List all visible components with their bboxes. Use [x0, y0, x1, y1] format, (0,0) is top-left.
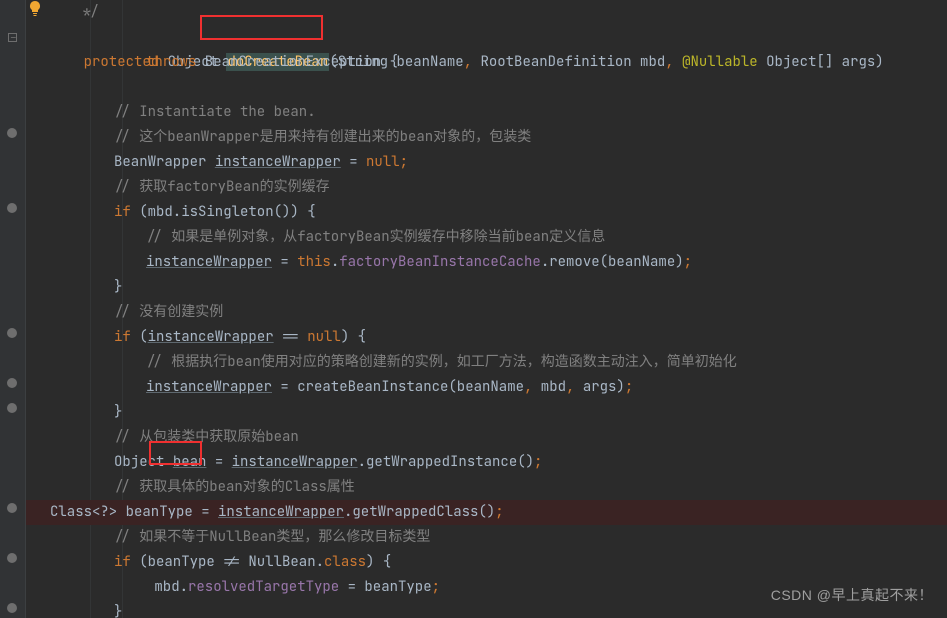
- comment: // 如果不等于NullBean类型，那么修改目标类型: [114, 528, 430, 546]
- throws-clause: throws BeanCreationException {: [50, 50, 947, 75]
- highlighted-line: Class<?> beanType = instanceWrapper.getW…: [50, 500, 947, 525]
- comment: // 获取具体的bean对象的Class属性: [114, 478, 355, 496]
- comment: // 从包装类中获取原始bean: [114, 428, 299, 446]
- editor-gutter: [0, 0, 26, 618]
- comment: // 根据执行bean使用对应的策略创建新的实例，如工厂方法，构造函数主动注入，…: [146, 353, 737, 371]
- gutter-override-icon[interactable]: [4, 400, 20, 416]
- declaration: BeanWrapper instanceWrapper = null;: [50, 150, 947, 175]
- brace: }: [114, 278, 122, 296]
- assignment: instanceWrapper = createBeanInstance(bea…: [50, 375, 947, 400]
- comment: // Instantiate the bean.: [114, 103, 316, 121]
- code-editor[interactable]: */ protected Object doCreateBean(String …: [26, 0, 947, 618]
- comment: // 如果是单例对象，从factoryBean实例缓存中移除当前bean定义信息: [146, 228, 605, 246]
- if-statement: if (beanType != NullBean.class) {: [50, 550, 947, 575]
- gutter-override-icon[interactable]: [4, 500, 20, 516]
- brace: }: [114, 403, 122, 421]
- gutter-override-icon[interactable]: [4, 375, 20, 391]
- if-statement: if (instanceWrapper == null) {: [50, 325, 947, 350]
- fold-toggle[interactable]: [8, 33, 17, 42]
- watermark: CSDN @早上真起不来！: [771, 583, 933, 608]
- gutter-override-icon[interactable]: [4, 200, 20, 216]
- comment: */: [82, 3, 99, 21]
- gutter-override-icon[interactable]: [4, 550, 20, 566]
- comment: // 获取factoryBean的实例缓存: [114, 178, 330, 196]
- if-statement: if (mbd.isSingleton()) {: [50, 200, 947, 225]
- gutter-override-icon[interactable]: [4, 600, 20, 616]
- assignment: instanceWrapper = this.factoryBeanInstan…: [50, 250, 947, 275]
- comment: // 没有创建实例: [114, 303, 223, 321]
- method-signature: protected Object doCreateBean(String bea…: [50, 25, 947, 50]
- brace: }: [114, 603, 122, 618]
- gutter-override-icon[interactable]: [4, 325, 20, 341]
- comment: // 这个beanWrapper是用来持有创建出来的bean对象的，包装类: [114, 128, 531, 146]
- declaration: Object bean = instanceWrapper.getWrapped…: [50, 450, 947, 475]
- gutter-override-icon[interactable]: [4, 125, 20, 141]
